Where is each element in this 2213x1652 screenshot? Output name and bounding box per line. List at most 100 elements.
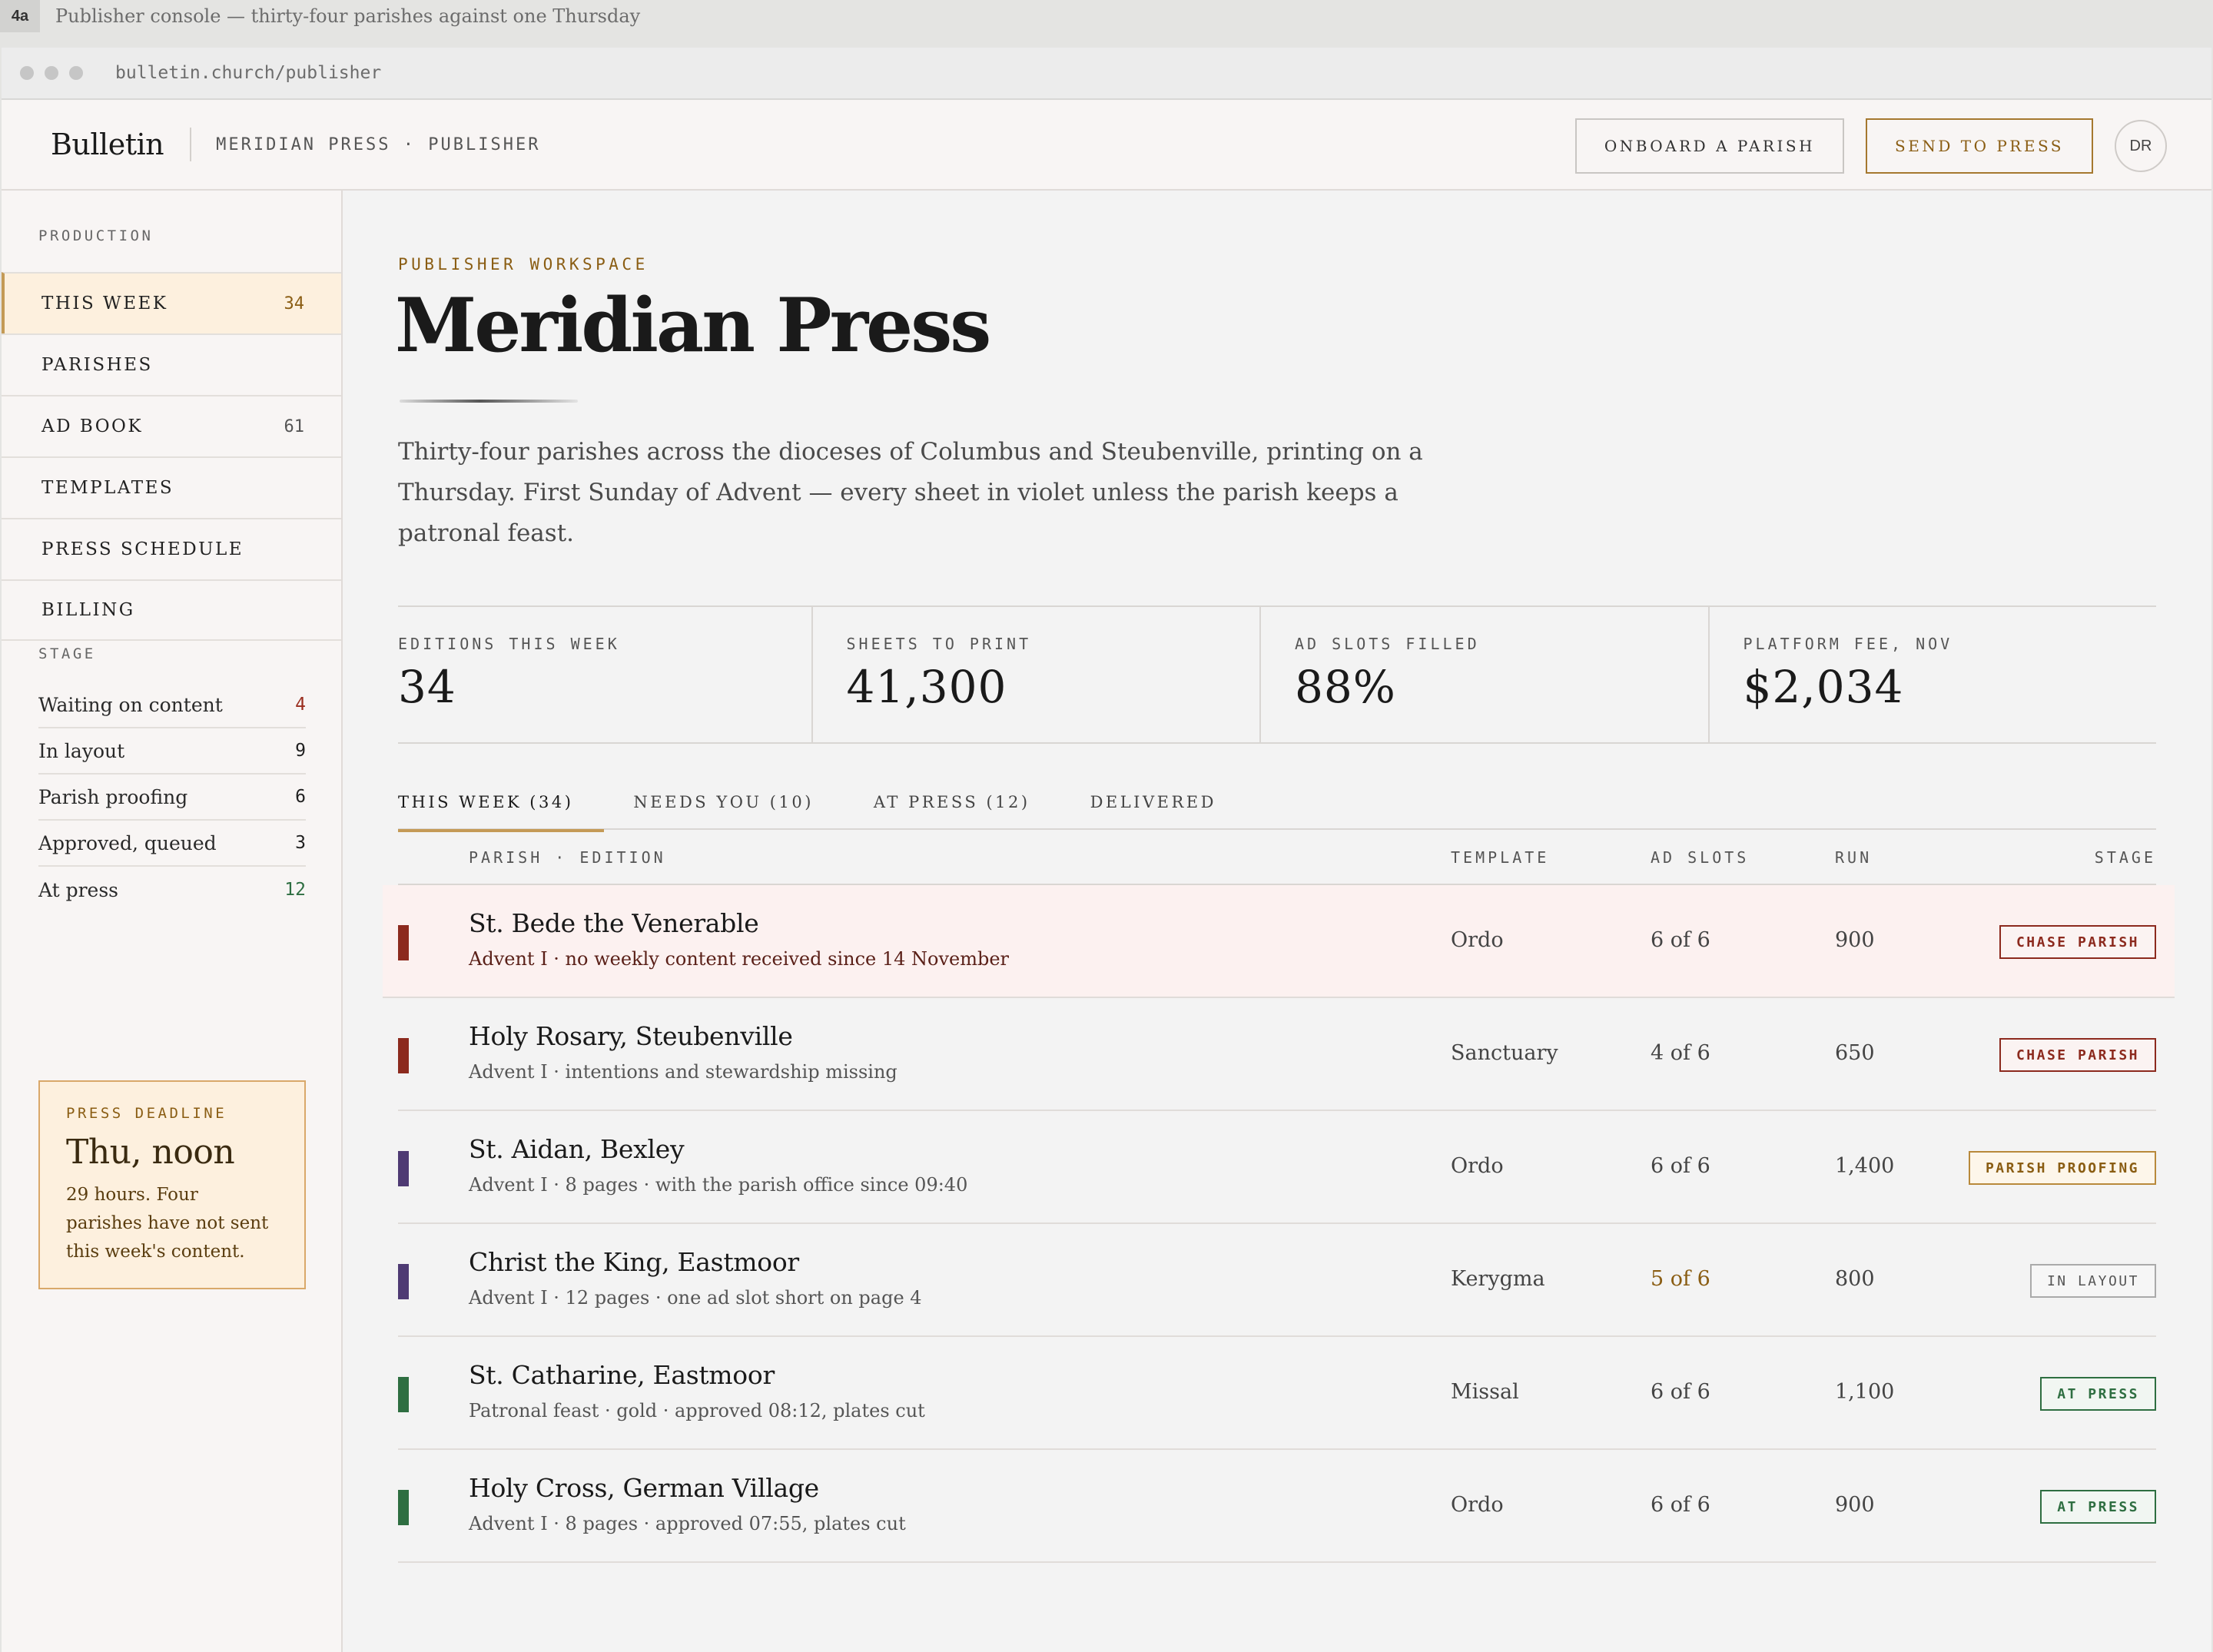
tab-this-week[interactable]: THIS WEEK (34) <box>398 775 605 832</box>
stage-color-bar <box>398 1490 409 1525</box>
parish-name[interactable]: Christ the King, Eastmoor <box>469 1247 799 1277</box>
press-deadline-card: PRESS DEADLINE Thu, noon 29 hours. Four … <box>38 1080 306 1289</box>
stage-heading: STAGE <box>38 645 96 662</box>
ad-slots-value: 6 of 6 <box>1651 1493 1710 1517</box>
parish-name[interactable]: Holy Rosary, Steubenville <box>469 1021 793 1051</box>
run-count: 1,100 <box>1835 1380 1895 1404</box>
sidebar-item-press-schedule[interactable]: PRESS SCHEDULE <box>2 518 341 579</box>
stage-count: 12 <box>284 880 306 900</box>
stage-label: In layout <box>38 739 125 762</box>
stage-count: 6 <box>295 787 306 807</box>
sidebar-item-label: AD BOOK <box>41 416 144 436</box>
run-count: 1,400 <box>1835 1154 1895 1178</box>
sidebar-item-this-week[interactable]: THIS WEEK 34 <box>2 272 341 333</box>
table-row[interactable]: St. Bede the Venerable Advent I · no week… <box>383 885 2175 998</box>
stage-count: 3 <box>295 833 306 853</box>
send-to-press-button[interactable]: SEND TO PRESS <box>1866 118 2093 174</box>
editions-table: St. Bede the Venerable Advent I · no week… <box>383 885 2175 1563</box>
parish-name[interactable]: St. Aidan, Bexley <box>469 1134 685 1164</box>
stage-color-bar <box>398 1264 409 1299</box>
tab-delivered[interactable]: DELIVERED <box>1090 775 1216 830</box>
parish-name[interactable]: Holy Cross, German Village <box>469 1473 819 1503</box>
stat-value: 88% <box>1295 661 1396 713</box>
sidebar-item-parishes[interactable]: PARISHES <box>2 333 341 395</box>
stage-badge[interactable]: CHASE PARISH <box>1999 1038 2156 1072</box>
stat-label: AD SLOTS FILLED <box>1295 635 1480 653</box>
parish-name[interactable]: St. Bede the Venerable <box>469 908 759 938</box>
row-content: Holy Rosary, Steubenville Advent I · inte… <box>398 998 2156 1111</box>
stage-badge[interactable]: AT PRESS <box>2040 1377 2156 1411</box>
column-header-parish[interactable]: PARISH · EDITION <box>469 830 666 885</box>
brand-divider <box>190 128 192 161</box>
header-actions: ONBOARD A PARISH SEND TO PRESS DR <box>1574 118 2167 174</box>
sidebar-item-label: PARISHES <box>41 355 153 375</box>
sidebar-item-count: 34 <box>284 294 305 313</box>
ad-slots-value: 6 of 6 <box>1651 1154 1710 1178</box>
brand-logo[interactable]: Bulletin <box>51 128 164 161</box>
stage-summary: Waiting on content 4 In layout 9 Parish … <box>38 682 306 913</box>
tab-needs-you[interactable]: NEEDS YOU (10) <box>633 775 814 830</box>
edition-tabs: THIS WEEK (34) NEEDS YOU (10) AT PRESS (… <box>398 775 2156 832</box>
sidebar-item-ad-book[interactable]: AD BOOK 61 <box>2 395 341 456</box>
stage-label: Waiting on content <box>38 693 223 716</box>
column-header-run[interactable]: RUN <box>1835 830 1872 885</box>
stage-row-at-press[interactable]: At press 12 <box>38 867 306 913</box>
column-header-stage[interactable]: STAGE <box>2095 830 2156 885</box>
table-row[interactable]: St. Catharine, Eastmoor Patronal feast · … <box>398 1337 2156 1450</box>
user-avatar[interactable]: DR <box>2115 120 2167 172</box>
maximize-window-dot[interactable] <box>69 66 83 80</box>
stage-row-waiting[interactable]: Waiting on content 4 <box>38 682 306 728</box>
template-name: Ordo <box>1451 928 1504 952</box>
template-name: Kerygma <box>1451 1267 1545 1291</box>
row-content: St. Aidan, Bexley Advent I · 8 pages · wi… <box>398 1111 2156 1224</box>
tab-at-press[interactable]: AT PRESS (12) <box>874 775 1030 830</box>
edition-note: Advent I · 12 pages · one ad slot short … <box>469 1287 922 1309</box>
stage-row-in-layout[interactable]: In layout 9 <box>38 728 306 775</box>
stage-color-bar <box>398 1038 409 1073</box>
stage-label: Parish proofing <box>38 785 188 808</box>
production-heading: PRODUCTION <box>38 227 154 244</box>
stat-platform-fee: PLATFORM FEE, NOV $2,034 <box>1707 607 2157 742</box>
table-header: PARISH · EDITION TEMPLATE AD SLOTS RUN S… <box>398 830 2156 885</box>
template-name: Missal <box>1451 1380 1519 1404</box>
stat-label: SHEETS TO PRINT <box>846 635 1032 653</box>
stage-badge[interactable]: IN LAYOUT <box>2029 1264 2156 1298</box>
stat-sheets: SHEETS TO PRINT 41,300 <box>811 607 1260 742</box>
ad-slots-value: 4 of 6 <box>1651 1041 1710 1065</box>
table-row[interactable]: Christ the King, Eastmoor Advent I · 12 p… <box>398 1224 2156 1337</box>
sidebar-item-billing[interactable]: BILLING <box>2 579 341 641</box>
column-header-ad-slots[interactable]: AD SLOTS <box>1651 830 1749 885</box>
stat-label: EDITIONS THIS WEEK <box>398 635 620 653</box>
deadline-heading: PRESS DEADLINE <box>66 1105 227 1122</box>
stage-badge[interactable]: CHASE PARISH <box>1999 925 2156 959</box>
stat-ad-slots: AD SLOTS FILLED 88% <box>1259 607 1708 742</box>
sidebar-item-count: 61 <box>284 416 305 436</box>
stage-row-proofing[interactable]: Parish proofing 6 <box>38 775 306 821</box>
stage-row-approved[interactable]: Approved, queued 3 <box>38 821 306 867</box>
deadline-note: 29 hours. Four parishes have not sent th… <box>66 1185 269 1262</box>
table-row[interactable]: Holy Cross, German Village Advent I · 8 p… <box>398 1450 2156 1563</box>
stage-badge[interactable]: AT PRESS <box>2040 1490 2156 1524</box>
stage-count: 9 <box>295 741 306 761</box>
edition-note: Advent I · no weekly content received si… <box>469 948 1010 970</box>
run-count: 900 <box>1835 1493 1875 1517</box>
browser-chrome: bulletin.church/publisher <box>2 48 2211 100</box>
template-name: Sanctuary <box>1451 1041 1558 1065</box>
stage-badge[interactable]: PARISH PROOFING <box>1968 1151 2156 1185</box>
stat-value: $2,034 <box>1743 661 1904 713</box>
table-row[interactable]: St. Aidan, Bexley Advent I · 8 pages · wi… <box>398 1111 2156 1224</box>
onboard-parish-button[interactable]: ONBOARD A PARISH <box>1574 118 1845 174</box>
run-count: 800 <box>1835 1267 1875 1291</box>
workspace-subtitle: MERIDIAN PRESS · PUBLISHER <box>216 134 541 154</box>
page-title: Meridian Press <box>395 282 991 369</box>
column-header-template[interactable]: TEMPLATE <box>1451 830 1549 885</box>
address-bar[interactable]: bulletin.church/publisher <box>115 63 381 83</box>
stage-label: At press <box>38 878 119 901</box>
parish-name[interactable]: St. Catharine, Eastmoor <box>469 1360 775 1390</box>
row-content: Christ the King, Eastmoor Advent I · 12 p… <box>398 1224 2156 1337</box>
sidebar-item-templates[interactable]: TEMPLATES <box>2 456 341 518</box>
minimize-window-dot[interactable] <box>45 66 58 80</box>
close-window-dot[interactable] <box>20 66 34 80</box>
table-row[interactable]: Holy Rosary, Steubenville Advent I · inte… <box>398 998 2156 1111</box>
sidebar-item-label: THIS WEEK <box>41 294 168 313</box>
